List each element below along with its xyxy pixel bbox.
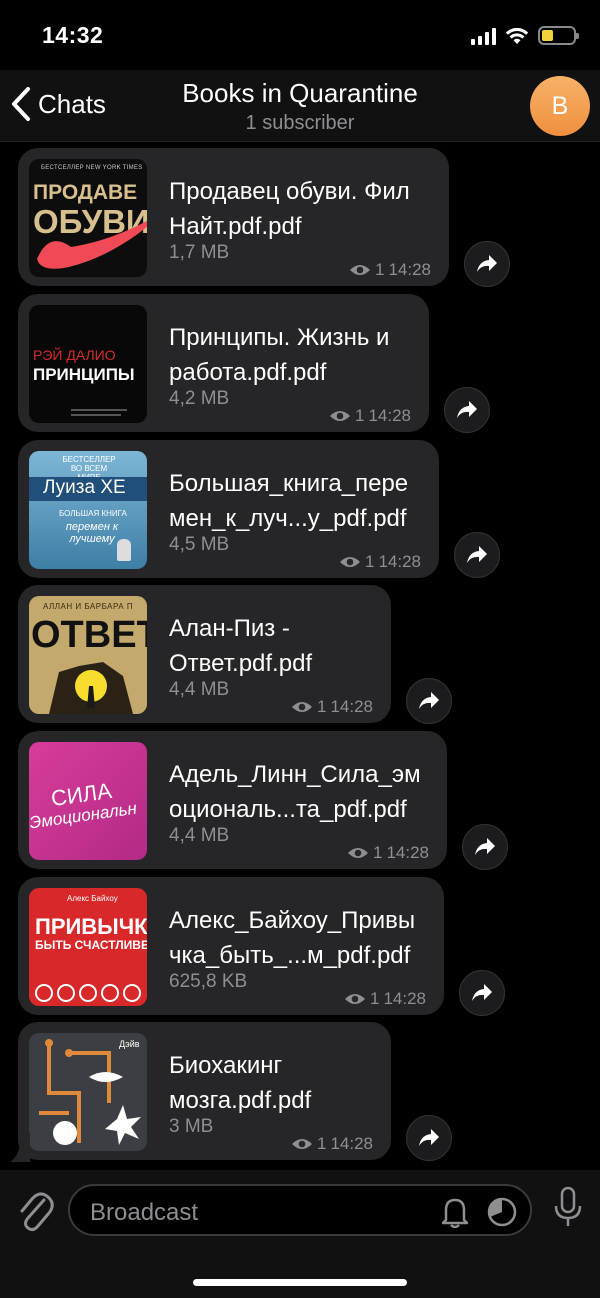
message-time: 14:28 [378,552,421,571]
book-cover-thumbnail[interactable]: Дэйв [29,1033,147,1151]
message-meta: 1 14:28 [349,260,431,280]
status-time: 14:32 [42,22,104,48]
cover-title-line: ПРИНЦИПЫ [33,365,135,384]
message-meta: 1 14:28 [347,843,429,863]
eye-icon [329,411,350,421]
file-size: 625,8 KB [169,971,248,992]
forward-button[interactable] [406,1115,452,1161]
view-count: 1 [364,552,375,571]
share-arrow-icon [419,692,439,709]
signal-icon [471,27,496,45]
view-count: 1 [374,260,385,279]
cover-title-line: БЫТЬ СЧАСТЛИВЕ [35,938,147,952]
status-bar: 14:32 [0,0,600,70]
view-count: 1 [354,406,365,425]
share-arrow-icon [475,838,495,855]
message-time: 14:28 [386,843,429,862]
forward-button[interactable] [464,241,510,287]
forward-button[interactable] [454,532,500,578]
eye-icon [347,848,368,858]
file-message[interactable]: АЛЛАН И БАРБАРА П ОТВЕТ Алан-Пиз - Ответ… [18,585,391,723]
file-message[interactable]: РЭЙ ДАЛИО ПРИНЦИПЫ Принципы. Жизнь и раб… [18,294,429,432]
file-name: Алекс_Байхоу_Привы чка_быть_...м_pdf.pdf [169,907,416,969]
timer-icon[interactable] [486,1196,518,1228]
file-name: Большая_книга_пере мен_к_луч...у_pdf.pdf [169,470,409,532]
cover-author: Луиза ХЕ [29,477,147,501]
share-arrow-icon [467,546,487,563]
message-meta: 1 14:28 [329,406,411,426]
file-message[interactable]: БЕСТСЕЛЛЕР NEW YORK TIMES ПРОДАВЕ ОБУВИ … [18,148,449,286]
eye-icon [291,1139,312,1149]
message-meta: 1 14:28 [339,552,421,572]
file-name: Принципы. Жизнь и работа.pdf.pdf [169,324,390,386]
bubble-tail [10,1132,30,1162]
view-count: 1 [316,1134,327,1153]
attach-icon[interactable] [16,1188,54,1232]
share-arrow-icon [472,984,492,1001]
channel-subtitle: 1 subscriber [245,112,355,134]
forward-button[interactable] [444,387,490,433]
cover-author: Алекс Байхоу [67,894,118,903]
book-cover-thumbnail[interactable]: АЛЛАН И БАРБАРА П ОТВЕТ [29,596,147,714]
channel-avatar[interactable]: B [530,76,590,136]
file-size: 4,5 MB [169,534,230,555]
file-size: 4,4 MB [169,825,230,846]
file-name: Продавец обуви. Фил Найт.pdf.pdf [169,178,410,240]
view-count: 1 [316,697,327,716]
forward-button[interactable] [459,970,505,1016]
file-message[interactable]: БЕСТСЕЛЛЕР ВО ВСЕМ МИРЕ Луиза ХЕ БОЛЬШАЯ… [18,440,439,578]
battery-icon [538,26,579,45]
book-cover-thumbnail[interactable]: РЭЙ ДАЛИО ПРИНЦИПЫ [29,305,147,423]
file-message[interactable]: СИЛА Эмоциональн Адель_Линн_Сила_эм оцио… [18,731,447,869]
forward-button[interactable] [406,678,452,724]
share-arrow-icon [419,1129,439,1146]
nav-bar: Chats Books in Quarantine 1 subscriber B [0,70,600,142]
view-count: 1 [372,843,383,862]
message-meta: 1 14:28 [291,1134,373,1154]
book-cover-thumbnail[interactable]: Алекс Байхоу ПРИВЫЧКА БЫТЬ СЧАСТЛИВЕ [29,888,147,1006]
file-message[interactable]: Алекс Байхоу ПРИВЫЧКА БЫТЬ СЧАСТЛИВЕ Але… [18,877,444,1015]
message-time: 14:28 [388,260,431,279]
cover-title-line: ПРИВЫЧКА [35,914,147,939]
file-size: 4,4 MB [169,679,230,700]
message-time: 14:28 [368,406,411,425]
book-cover-thumbnail[interactable]: СИЛА Эмоциональн [29,742,147,860]
eye-icon [339,557,360,567]
cover-title-line: БОЛЬШАЯ КНИГА [59,509,127,518]
file-size: 1,7 MB [169,242,230,263]
channel-title: Books in Quarantine [182,78,418,108]
cover-circuit-art [39,1039,141,1145]
message-meta: 1 14:28 [291,697,373,717]
file-name: Алан-Пиз - Ответ.pdf.pdf [169,615,313,677]
share-arrow-icon [457,401,477,418]
eye-icon [349,265,370,275]
eye-icon [344,994,365,1004]
eye-icon [291,702,312,712]
bell-icon[interactable] [440,1196,470,1228]
wifi-icon [505,27,529,44]
book-cover-thumbnail[interactable]: БЕСТСЕЛЛЕР ВО ВСЕМ МИРЕ Луиза ХЕ БОЛЬШАЯ… [29,451,147,569]
broadcast-placeholder: Broadcast [90,1199,199,1226]
channel-header[interactable]: Books in Quarantine 1 subscriber [0,78,600,135]
file-name: Биохакинг мозга.pdf.pdf [169,1052,312,1114]
file-size: 4,2 MB [169,388,230,409]
home-indicator[interactable] [193,1279,407,1286]
cover-author: РЭЙ ДАЛИО [33,347,116,363]
cover-icons-row [35,984,141,1002]
message-time: 14:28 [330,697,373,716]
cover-wall-art [49,662,133,714]
book-cover-thumbnail[interactable]: БЕСТСЕЛЛЕР NEW YORK TIMES ПРОДАВЕ ОБУВИ [29,159,147,277]
file-name: Адель_Линн_Сила_эм оциональ...та_pdf.pdf [169,761,421,823]
message-meta: 1 14:28 [344,989,426,1009]
view-count: 1 [369,989,380,1008]
broadcast-input[interactable]: Broadcast [68,1184,532,1236]
file-size: 3 MB [169,1116,214,1137]
swoosh-logo [37,221,147,269]
forward-button[interactable] [462,824,508,870]
message-time: 14:28 [383,989,426,1008]
file-message[interactable]: Дэйв Биохакинг мозга.pdf.pdf 3 MB 1 14:2… [18,1022,391,1160]
message-time: 14:28 [330,1134,373,1153]
microphone-icon[interactable] [554,1186,582,1228]
share-arrow-icon [477,255,497,272]
